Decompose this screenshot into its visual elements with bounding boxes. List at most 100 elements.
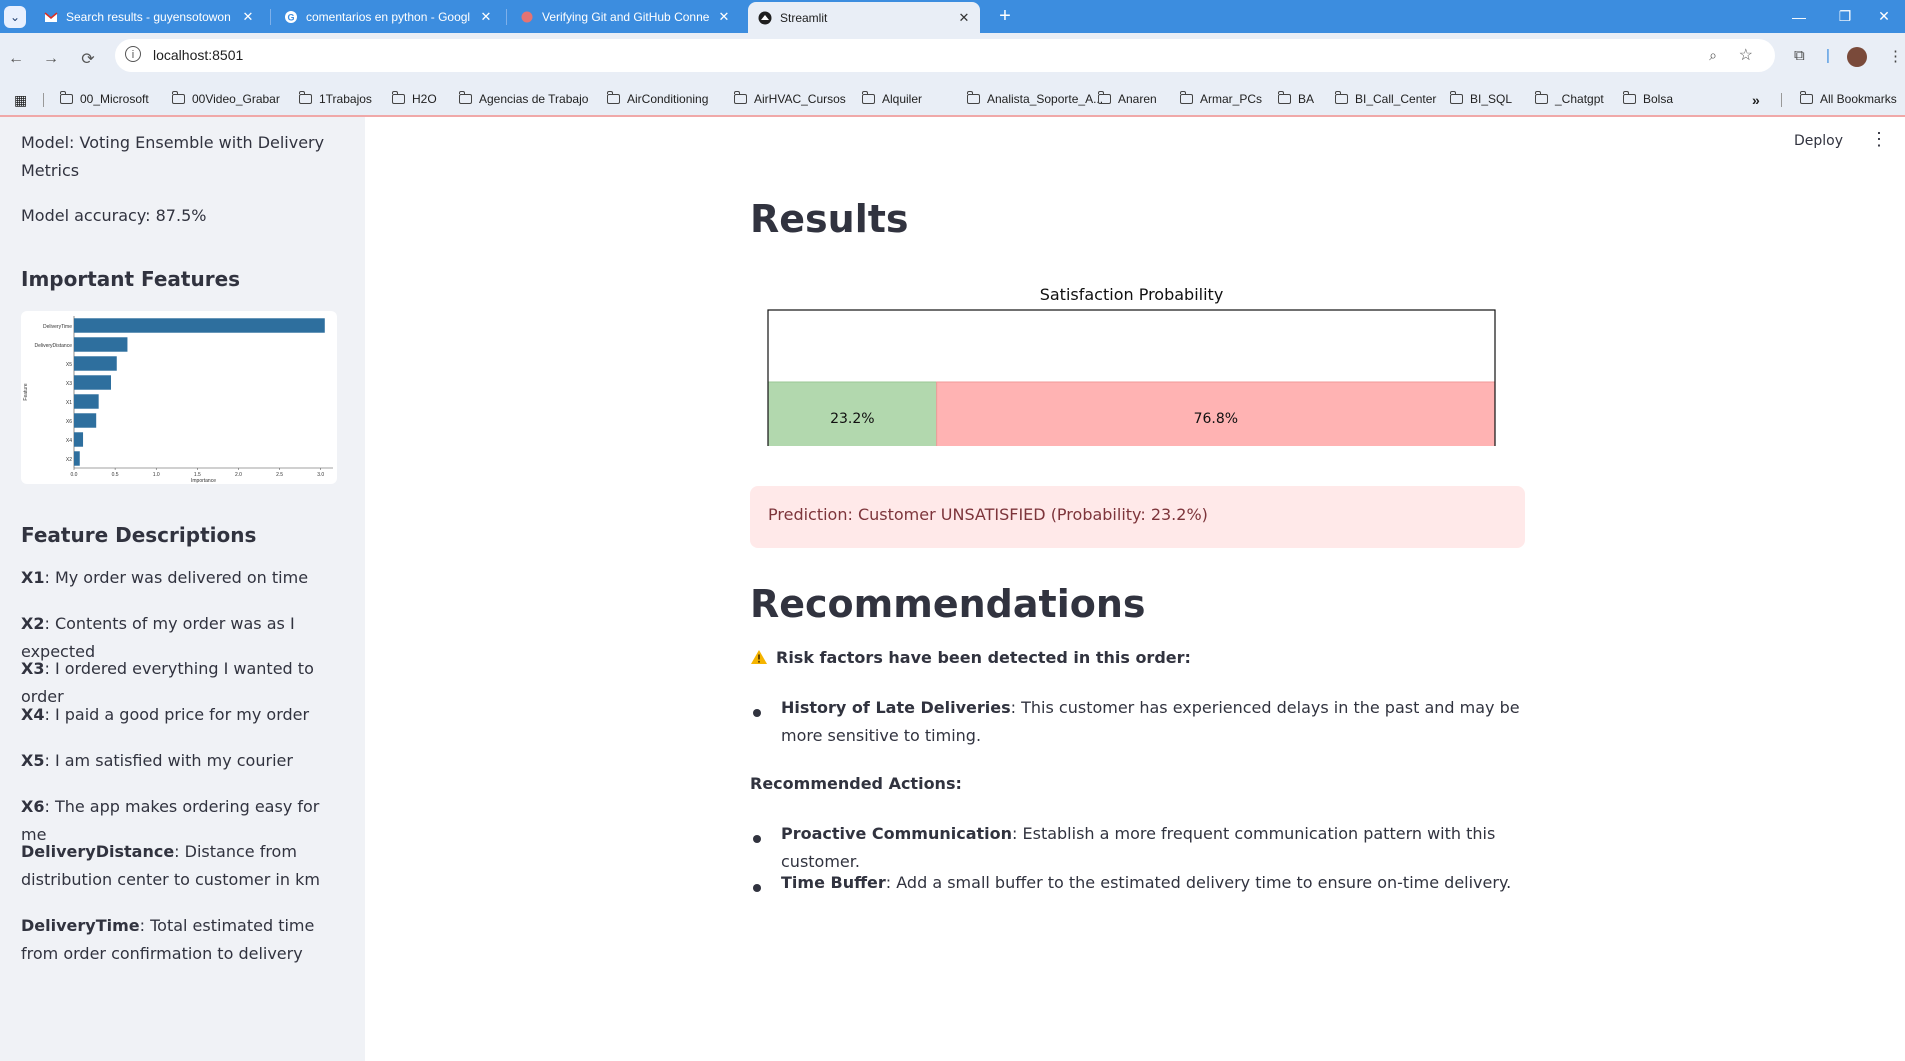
folder-icon: [458, 91, 472, 104]
tab-search-icon[interactable]: ⌄: [4, 6, 26, 28]
close-tab-icon[interactable]: ✕: [714, 9, 734, 25]
close-tab-icon[interactable]: ✕: [954, 10, 974, 26]
bookmark-folder[interactable]: Alquiler: [861, 91, 922, 106]
back-icon[interactable]: ←: [2, 45, 30, 73]
segment-label: 76.8%: [1194, 411, 1238, 427]
reload-icon[interactable]: ⟳: [74, 45, 102, 73]
feature-text: : The app makes ordering easy for me: [21, 797, 320, 844]
bookmark-folder[interactable]: Analista_Soporte_A...: [966, 91, 1103, 106]
main-content: Deploy ⋮ Results Satisfaction Probabilit…: [365, 117, 1905, 1061]
folder-icon: [1799, 91, 1813, 104]
close-window-icon[interactable]: ✕: [1861, 0, 1905, 33]
browser-tab[interactable]: Verifying Git and GitHub Conne ✕: [510, 0, 740, 33]
folder-icon: [298, 91, 312, 104]
results-title: Results: [750, 197, 909, 241]
bookmark-folder[interactable]: 00Video_Grabar: [171, 91, 280, 106]
warning-icon: [751, 650, 767, 664]
feature-description: DeliveryTime: Total estimated time from …: [21, 912, 346, 968]
feature-key: X4: [21, 705, 45, 724]
feature-bar: [74, 375, 111, 390]
feature-tick-label: X6: [66, 419, 72, 425]
apps-grid-icon[interactable]: ▦: [14, 92, 27, 109]
folder-icon: [1622, 91, 1636, 104]
bookmark-folder[interactable]: BI_Call_Center: [1334, 91, 1436, 106]
tab-title: comentarios en python - Googl: [306, 9, 471, 24]
site-icon: [521, 11, 533, 22]
bookmark-folder[interactable]: _Chatgpt: [1534, 91, 1604, 106]
bookmark-folder[interactable]: Agencias de Trabajo: [458, 91, 588, 106]
bookmark-folder[interactable]: 1Trabajos: [298, 91, 372, 106]
close-tab-icon[interactable]: ✕: [476, 9, 496, 25]
prediction-text: Prediction: Customer UNSATISFIED (Probab…: [768, 505, 1208, 524]
x-tick-label: 3.0: [317, 472, 324, 478]
address-bar[interactable]: i localhost:8501 ⌕ ☆: [115, 39, 1775, 72]
feature-tick-label: DeliveryDistance: [34, 343, 72, 349]
site-info-icon[interactable]: i: [125, 46, 141, 62]
more-bookmarks-icon[interactable]: »: [1752, 92, 1760, 108]
bookmark-folder[interactable]: 00_Microsoft: [59, 91, 149, 106]
extensions-icon[interactable]: ⧉: [1794, 47, 1805, 64]
bookmark-folder[interactable]: Bolsa: [1622, 91, 1674, 106]
bookmark-folder[interactable]: AirConditioning: [606, 91, 709, 106]
zoom-icon[interactable]: ⌕: [1709, 47, 1717, 64]
browser-tab-active[interactable]: Streamlit ✕: [748, 2, 980, 33]
url-text: localhost:8501: [153, 47, 244, 63]
model-line: Model: Voting Ensemble with Delivery Met…: [21, 133, 325, 180]
feature-text: : I paid a good price for my order: [44, 705, 310, 724]
gmail-icon: [44, 11, 58, 22]
bookmark-label: H2O: [412, 92, 437, 106]
bookmark-label: AirConditioning: [627, 92, 709, 106]
tab-title: Verifying Git and GitHub Conne: [542, 9, 710, 24]
feature-key: X5: [21, 751, 45, 770]
forward-icon[interactable]: →: [37, 45, 65, 73]
x-tick-label: 1.0: [153, 472, 160, 478]
close-tab-icon[interactable]: ✕: [238, 9, 258, 25]
bookmark-label: 00_Microsoft: [80, 92, 149, 106]
satisfaction-chart-svg: Satisfaction Probability23.2%76.8%0%25%5…: [757, 285, 1515, 481]
feature-tick-label: X1: [66, 400, 72, 406]
svg-text:G: G: [287, 12, 294, 22]
bookmark-divider: [43, 93, 44, 107]
bookmark-star-icon[interactable]: ☆: [1739, 45, 1753, 65]
bookmark-label: 1Trabajos: [319, 92, 372, 106]
bullet: [753, 884, 761, 892]
bookmark-label: Anaren: [1118, 92, 1157, 106]
folder-icon: [171, 91, 185, 104]
y-axis-label: Feature: [23, 383, 29, 400]
x-tick-label: 2.0: [235, 472, 242, 478]
minimize-icon[interactable]: —: [1776, 0, 1822, 33]
bullet: [753, 835, 761, 843]
profile-avatar[interactable]: [1847, 47, 1867, 67]
bookmark-label: Bolsa: [1643, 92, 1674, 106]
deploy-button[interactable]: Deploy: [1784, 127, 1853, 155]
all-bookmarks[interactable]: All Bookmarks: [1799, 91, 1897, 106]
feature-bar: [74, 413, 97, 428]
feature-importance-svg: DeliveryTime DeliveryDistance X5 X3 X1 X6 X4 X2…: [23, 316, 333, 484]
folder-icon: [1334, 91, 1348, 104]
feature-description: DeliveryDistance: Distance from distribu…: [21, 838, 346, 894]
bookmark-divider: [1781, 93, 1782, 107]
risk-item: History of Late Deliveries: This custome…: [781, 694, 1521, 750]
bookmark-folder[interactable]: H2O: [391, 91, 437, 106]
browser-tab[interactable]: G comentarios en python - Googl ✕: [274, 0, 502, 33]
folder-icon: [391, 91, 405, 104]
all-bookmarks-label: All Bookmarks: [1820, 92, 1897, 106]
feature-bar: [74, 451, 80, 466]
action-item-text: : Add a small buffer to the estimated de…: [885, 873, 1512, 892]
bookmark-folder[interactable]: Armar_PCs: [1179, 91, 1262, 106]
chrome-menu-icon[interactable]: ⋮: [1888, 47, 1903, 65]
feature-importance-chart: DeliveryTime DeliveryDistance X5 X3 X1 X6 X4 X2…: [21, 311, 337, 484]
bookmark-folder[interactable]: BI_SQL: [1449, 91, 1512, 106]
streamlit-icon: [758, 11, 772, 24]
kebab-menu-icon[interactable]: ⋮: [1869, 129, 1889, 150]
new-tab-icon[interactable]: +: [993, 4, 1017, 28]
feature-bar: [74, 432, 84, 447]
feature-key: X1: [21, 568, 45, 587]
bookmark-folder[interactable]: AirHVAC_Cursos: [733, 91, 846, 106]
browser-tab[interactable]: Search results - guyensotowon ✕: [34, 0, 264, 33]
bookmarks-bar: ▦ 00_Microsoft 00Video_Grabar 1Trabajos H2O…: [0, 83, 1905, 117]
bookmark-folder[interactable]: BA: [1277, 91, 1314, 106]
folder-icon: [966, 91, 980, 104]
bookmark-folder[interactable]: Anaren: [1097, 91, 1157, 106]
streamlit-sidebar: Model: Voting Ensemble with Delivery Met…: [0, 117, 365, 1061]
